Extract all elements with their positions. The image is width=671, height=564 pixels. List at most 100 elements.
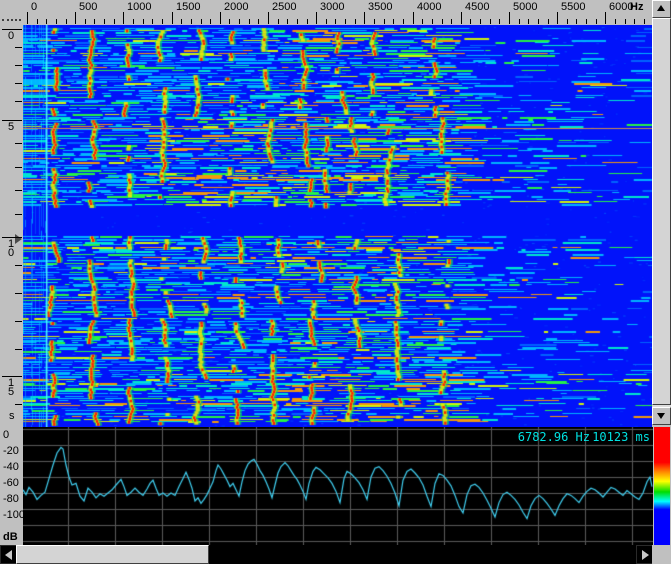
freq-minor-tick (576, 19, 577, 24)
freq-tick-label: 500 (79, 1, 97, 13)
left-arrow-icon (5, 550, 12, 560)
freq-minor-tick (201, 19, 202, 24)
horizontal-scrollbar[interactable] (0, 545, 671, 564)
db-axis-panel: dB 0 -20 -40 -60 -80 -100 (0, 427, 24, 545)
freq-tick-label: 2000 (224, 1, 248, 13)
app-window: Hz 0500100015002000250030003500400045005… (0, 0, 671, 564)
db-tick-label: -80 (3, 493, 19, 505)
time-readout: 10123 ms (592, 430, 650, 444)
freq-minor-tick (162, 19, 163, 24)
frequency-readout: 6782.96 Hz (430, 430, 590, 444)
freq-minor-tick (114, 19, 115, 24)
freq-minor-tick (355, 19, 356, 24)
freq-tick-label: 1000 (127, 1, 151, 13)
time-tick-label: 5 (8, 123, 14, 132)
freq-minor-tick (345, 19, 346, 24)
freq-tick-label: 1500 (176, 1, 200, 13)
intensity-colorbar-legend (654, 427, 670, 545)
freq-minor-tick (85, 19, 86, 24)
freq-major-tick (27, 12, 28, 24)
time-minor-tick (15, 190, 22, 191)
freq-tick-label: 6000 (609, 1, 633, 13)
freq-major-tick (316, 12, 317, 24)
corner-grip (2, 19, 21, 21)
time-tick-label: 1 0 (8, 240, 14, 258)
freq-major-tick (461, 12, 462, 24)
freq-major-tick (172, 12, 173, 24)
time-minor-tick (15, 143, 22, 144)
freq-tick-label: 5500 (561, 1, 585, 13)
db-tick-label: -40 (3, 461, 19, 473)
freq-minor-tick (56, 19, 57, 24)
freq-minor-tick (586, 19, 587, 24)
time-position-marker[interactable] (15, 234, 22, 244)
freq-major-tick (75, 12, 76, 24)
freq-minor-tick (239, 19, 240, 24)
up-arrow-icon (657, 5, 665, 11)
freq-minor-tick (335, 19, 336, 24)
freq-major-tick (220, 12, 221, 24)
vertical-scrollbar-thumb[interactable] (652, 18, 671, 405)
freq-major-tick (268, 12, 269, 24)
time-minor-tick (15, 83, 22, 84)
frequency-ruler: Hz 0500100015002000250030003500400045005… (23, 0, 652, 26)
time-unit-label: s (9, 412, 15, 421)
time-minor-tick (15, 47, 22, 48)
freq-minor-tick (94, 19, 95, 24)
freq-major-tick (605, 12, 606, 24)
freq-major-tick (123, 12, 124, 24)
freq-minor-tick (480, 19, 481, 24)
scroll-up-button[interactable] (652, 0, 671, 18)
freq-minor-tick (470, 19, 471, 24)
freq-minor-tick (210, 19, 211, 24)
freq-minor-tick (66, 19, 67, 24)
freq-minor-tick (538, 19, 539, 24)
freq-minor-tick (432, 19, 433, 24)
db-unit-label: dB (3, 531, 18, 543)
spectrogram-canvas[interactable] (23, 25, 652, 427)
freq-minor-tick (46, 19, 47, 24)
time-minor-tick (15, 404, 22, 405)
freq-minor-tick (548, 19, 549, 24)
time-minor-tick (15, 101, 22, 102)
horizontal-scrollbar-thumb[interactable] (16, 545, 209, 564)
freq-tick-label: 4000 (417, 1, 441, 13)
freq-major-tick (413, 12, 414, 24)
freq-minor-tick (596, 19, 597, 24)
freq-minor-tick (403, 19, 404, 24)
freq-major-tick (557, 12, 558, 24)
freq-major-tick (364, 12, 365, 24)
scroll-down-button[interactable] (652, 407, 671, 425)
freq-minor-tick (490, 19, 491, 24)
vertical-scrollbar[interactable] (652, 0, 671, 424)
freq-minor-tick (499, 19, 500, 24)
freq-minor-tick (422, 19, 423, 24)
freq-minor-tick (442, 19, 443, 24)
freq-tick-label: 4500 (465, 1, 489, 13)
right-arrow-icon (642, 550, 649, 560)
freq-minor-tick (307, 19, 308, 24)
time-minor-tick (15, 321, 22, 322)
freq-tick-label: 3500 (368, 1, 392, 13)
down-arrow-icon (657, 413, 665, 419)
freq-minor-tick (625, 19, 626, 24)
db-tick-label: -100 (3, 509, 25, 521)
freq-minor-tick (528, 19, 529, 24)
time-minor-tick (15, 167, 22, 168)
db-tick-label: 0 (3, 429, 9, 441)
db-tick-label: -60 (3, 477, 19, 489)
freq-minor-tick (384, 19, 385, 24)
time-tick-label: 0 (8, 32, 14, 41)
time-minor-tick (15, 214, 22, 215)
freq-minor-tick (104, 19, 105, 24)
freq-minor-tick (451, 19, 452, 24)
freq-minor-tick (644, 19, 645, 24)
freq-tick-label: 3000 (320, 1, 344, 13)
freq-minor-tick (152, 19, 153, 24)
freq-minor-tick (143, 19, 144, 24)
freq-minor-tick (519, 19, 520, 24)
freq-minor-tick (326, 19, 327, 24)
freq-minor-tick (229, 19, 230, 24)
time-minor-tick (15, 65, 22, 66)
db-tick-label: -20 (3, 445, 19, 457)
